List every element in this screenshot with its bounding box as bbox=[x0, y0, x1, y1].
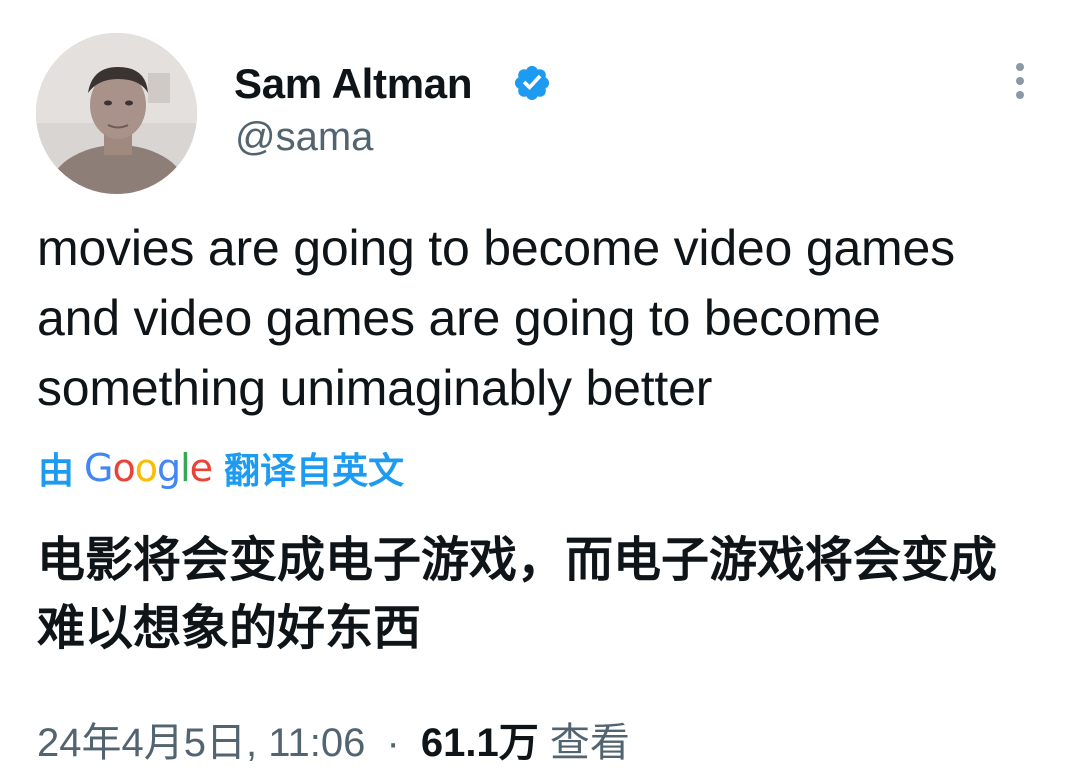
avatar[interactable] bbox=[36, 33, 197, 194]
google-logo: Google bbox=[84, 446, 213, 490]
translation-attribution[interactable]: 由 Google 翻译自英文 bbox=[38, 444, 404, 492]
views-label: 查看 bbox=[549, 721, 630, 765]
tweet-text: movies are going to become video games a… bbox=[37, 220, 955, 416]
avatar-photo bbox=[36, 33, 197, 194]
tweet-meta: 24年4月5日, 11:06 · 61.1万 查看 bbox=[37, 710, 630, 768]
tweet-card[interactable]: Sam Altman @sama movies are going to bec… bbox=[0, 0, 1079, 781]
more-vertical-icon[interactable] bbox=[1006, 60, 1034, 102]
translation-suffix: 翻译自英文 bbox=[224, 450, 405, 491]
views-count[interactable]: 61.1万 bbox=[421, 721, 539, 765]
translation-prefix: 由 bbox=[38, 450, 75, 491]
author-name[interactable]: Sam Altman bbox=[234, 60, 472, 108]
author-handle[interactable]: @sama bbox=[235, 115, 373, 160]
translated-text: 电影将会变成电子游戏，而电子游戏将会变成难以想象的好东西 bbox=[37, 534, 998, 655]
verified-badge-icon bbox=[514, 65, 550, 101]
timestamp[interactable]: 24年4月5日, 11:06 bbox=[37, 721, 365, 765]
meta-separator: · bbox=[386, 721, 400, 765]
